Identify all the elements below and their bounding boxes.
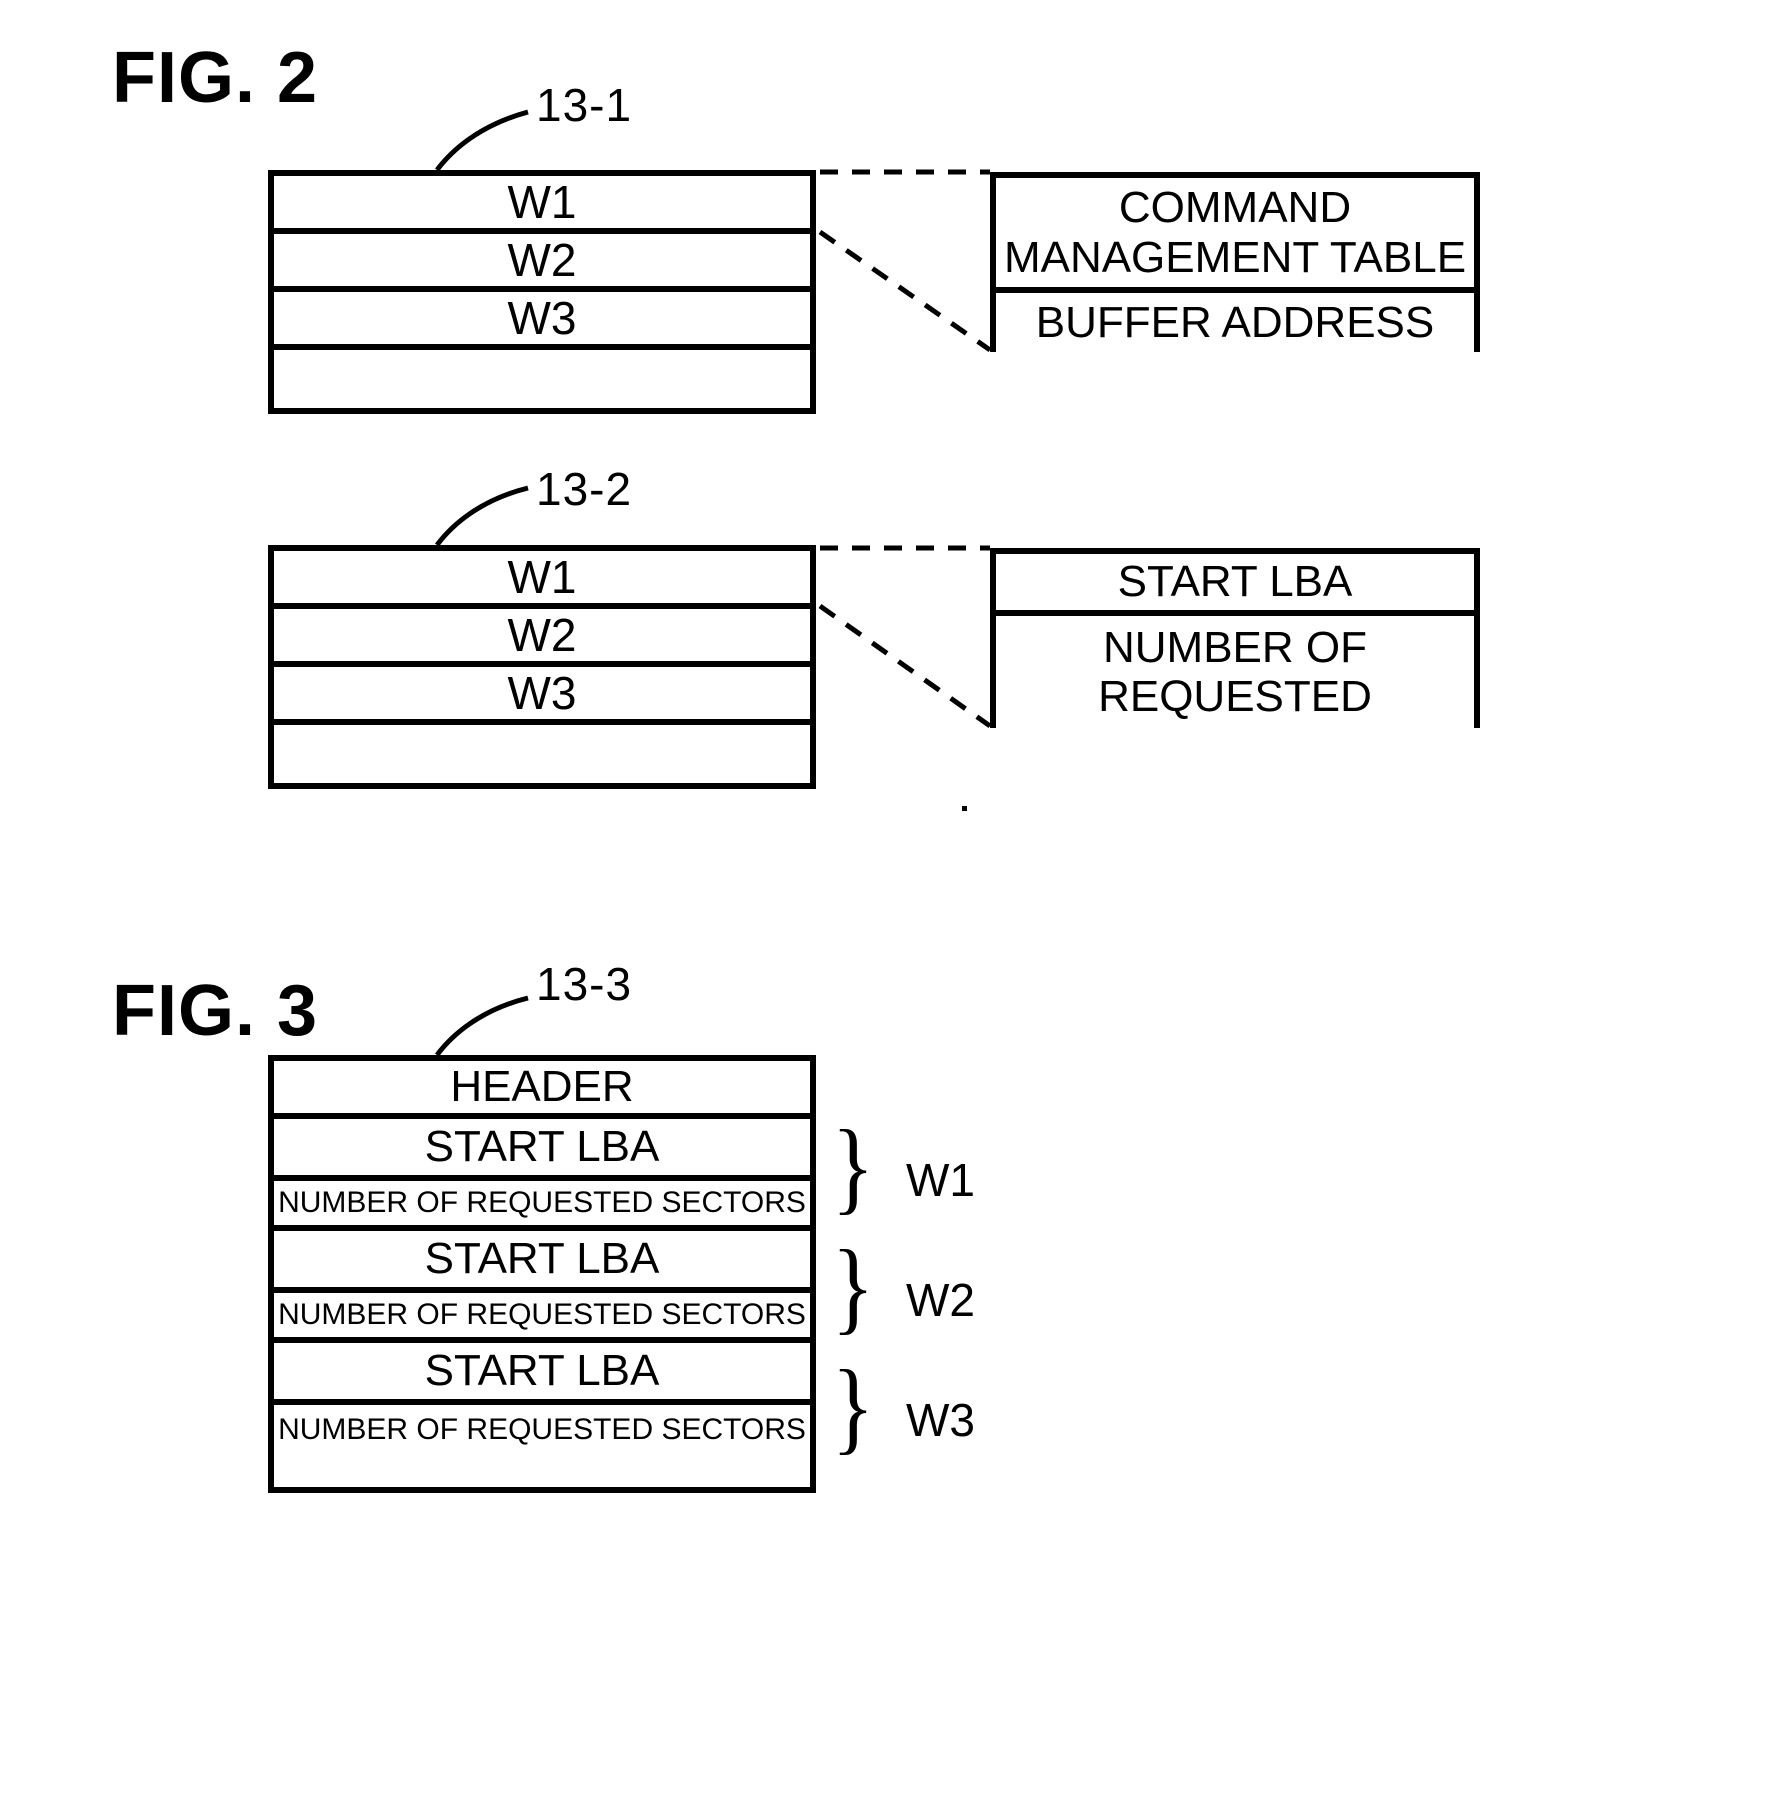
connector-dashed-13-2-bottom <box>818 603 992 729</box>
detail-row-command-management-table: COMMAND MANAGEMENT TABLE <box>996 178 1474 293</box>
table-row-header: HEADER <box>274 1061 810 1119</box>
figure-2-label: FIG. 2 <box>112 38 319 118</box>
table-row-empty <box>274 725 810 783</box>
brace-w1: } <box>831 1109 875 1224</box>
brace-w3: } <box>831 1349 875 1464</box>
figure-3-label: FIG. 3 <box>112 971 319 1051</box>
table-row-requested-sectors: NUMBER OF REQUESTED SECTORS <box>274 1405 810 1455</box>
table-row-start-lba: START LBA <box>274 1343 810 1405</box>
table-row: W1 <box>274 176 810 234</box>
group-label-w2: W2 <box>906 1274 975 1326</box>
table-row-start-lba: START LBA <box>274 1119 810 1181</box>
detail-row-start-lba: START LBA <box>996 554 1474 616</box>
detail-box-command-management: COMMAND MANAGEMENT TABLE BUFFER ADDRESS <box>990 172 1480 352</box>
detail-line: COMMAND <box>1118 183 1352 233</box>
brace-w2: } <box>831 1229 875 1344</box>
reference-numeral-13-3: 13-3 <box>536 958 633 1010</box>
stray-ink-dot <box>962 806 967 811</box>
detail-line: NUMBER OF <box>1103 622 1367 672</box>
group-label-w3: W3 <box>906 1394 975 1446</box>
connector-dashed-13-1-bottom <box>818 229 992 353</box>
leader-line-13-1 <box>435 109 529 172</box>
detail-box-start-lba: START LBA NUMBER OF REQUESTED <box>990 548 1480 728</box>
command-list-table-13-3: HEADER START LBA NUMBER OF REQUESTED SEC… <box>268 1055 816 1493</box>
table-row-requested-sectors: NUMBER OF REQUESTED SECTORS <box>274 1293 810 1343</box>
detail-line: REQUESTED <box>1098 672 1372 721</box>
table-row: W3 <box>274 667 810 725</box>
table-row: W2 <box>274 234 810 292</box>
detail-row-number-of-requested: NUMBER OF REQUESTED <box>996 616 1474 728</box>
leader-line-13-2 <box>435 485 529 547</box>
table-row-start-lba: START LBA <box>274 1231 810 1293</box>
reference-numeral-13-1: 13-1 <box>536 79 633 131</box>
table-row: W1 <box>274 551 810 609</box>
reference-numeral-13-2: 13-2 <box>536 463 633 515</box>
descriptor-table-13-2: W1 W2 W3 <box>268 545 816 789</box>
leader-line-13-3 <box>435 995 529 1057</box>
detail-line: MANAGEMENT TABLE <box>1003 232 1467 282</box>
table-row: W2 <box>274 609 810 667</box>
table-row-empty <box>274 350 810 408</box>
detail-row-buffer-address: BUFFER ADDRESS <box>996 293 1474 352</box>
descriptor-table-13-1: W1 W2 W3 <box>268 170 816 414</box>
table-row-requested-sectors: NUMBER OF REQUESTED SECTORS <box>274 1181 810 1231</box>
group-label-w1: W1 <box>906 1154 975 1206</box>
table-row: W3 <box>274 292 810 350</box>
